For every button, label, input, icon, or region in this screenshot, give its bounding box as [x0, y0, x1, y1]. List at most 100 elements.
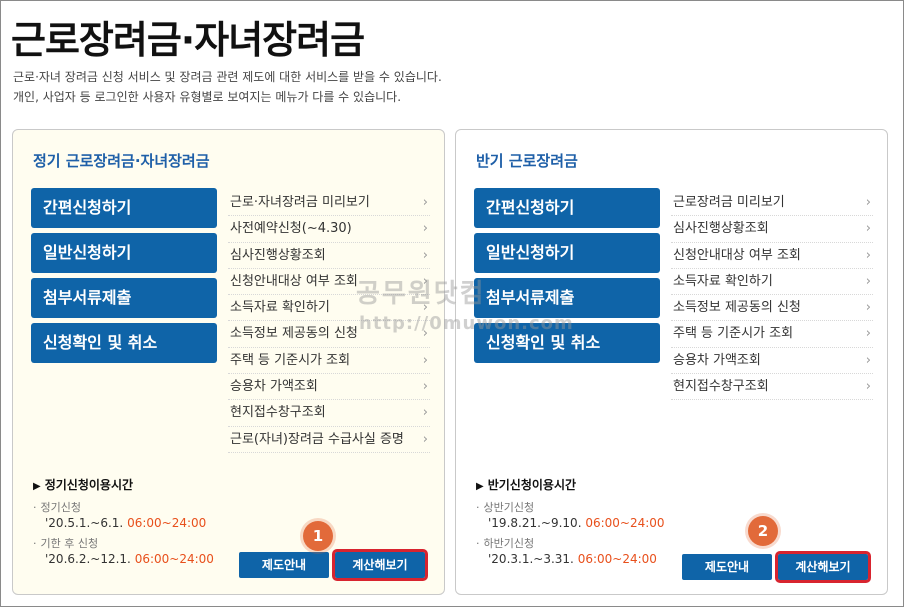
description-line-1: 근로·자녀 장려금 신청 서비스 및 장려금 관련 제도에 대한 서비스를 받을…	[13, 70, 442, 84]
watermark-url: http://0muwon.com	[359, 313, 574, 334]
link-label: 소득자료 확인하기	[673, 273, 773, 289]
link-item[interactable]: 주택 등 기준시가 조회 ›	[671, 321, 873, 348]
chevron-right-icon: ›	[865, 379, 871, 395]
simple-apply-button[interactable]: 간편신청하기	[474, 188, 660, 228]
usage-date: '20.6.2.~12.1.	[45, 552, 131, 566]
link-label: 소득정보 제공동의 신청	[230, 326, 358, 342]
link-label: 근로(자녀)장려금 수급사실 증명	[230, 431, 404, 447]
usage-time: 06:00~24:00	[577, 552, 657, 566]
chevron-right-icon: ›	[422, 431, 428, 447]
link-label: 소득정보 제공동의 신청	[673, 300, 801, 316]
usage-label-text: 기한 후 신청	[40, 537, 99, 550]
general-apply-button[interactable]: 일반신청하기	[474, 233, 660, 273]
bullet-icon: ·	[476, 537, 480, 550]
panel-title: 정기 근로장려금·자녀장려금	[33, 152, 210, 170]
link-item[interactable]: 소득정보 제공동의 신청 ›	[671, 295, 873, 322]
link-item[interactable]: 현지접수창구조회 ›	[228, 400, 430, 427]
step-badge: 2	[748, 516, 778, 546]
link-label: 현지접수창구조회	[673, 379, 769, 395]
usage-date: '20.3.1.~3.31.	[488, 552, 574, 566]
chevron-right-icon: ›	[422, 352, 428, 368]
usage-value: '20.6.2.~12.1. 06:00~24:00	[33, 551, 214, 567]
usage-label-text: 정기신청	[40, 501, 81, 514]
system-info-button[interactable]: 제도안내	[239, 552, 329, 578]
usage-label: · 정기신청	[33, 501, 214, 515]
usage-date: '20.5.1.~6.1.	[45, 516, 124, 530]
usage-time: 06:00~24:00	[127, 516, 207, 530]
link-label: 사전예약신청(~4.30)	[230, 221, 352, 237]
chevron-right-icon: ›	[865, 273, 871, 289]
action-buttons: 간편신청하기 일반신청하기 첨부서류제출 신청확인 및 취소	[474, 188, 660, 368]
link-item[interactable]: 심사진행상황조회 ›	[671, 216, 873, 243]
usage-title: ▶ 반기신청이용시간	[476, 476, 665, 493]
link-label: 신청안내대상 여부 조회	[230, 273, 358, 289]
usage-date: '19.8.21.~9.10.	[488, 516, 582, 530]
panel-title: 반기 근로장려금	[476, 152, 578, 170]
check-cancel-button[interactable]: 신청확인 및 취소	[31, 323, 217, 363]
regular-incentive-panel: 정기 근로장려금·자녀장려금 간편신청하기 일반신청하기 첨부서류제출 신청확인…	[12, 129, 445, 595]
chevron-right-icon: ›	[422, 379, 428, 395]
link-label: 신청안내대상 여부 조회	[673, 247, 801, 263]
submit-documents-button[interactable]: 첨부서류제출	[474, 278, 660, 318]
link-item[interactable]: 소득자료 확인하기 ›	[671, 269, 873, 296]
link-item[interactable]: 주택 등 기준시가 조회 ›	[228, 348, 430, 375]
link-item[interactable]: 현지접수창구조회 ›	[671, 374, 873, 401]
link-list: 근로장려금 미리보기 › 심사진행상황조회 › 신청안내대상 여부 조회 › 소득자료…	[671, 190, 873, 401]
chevron-right-icon: ›	[865, 352, 871, 368]
bullet-icon: ·	[476, 501, 480, 514]
simple-apply-button[interactable]: 간편신청하기	[31, 188, 217, 228]
usage-hours: ▶ 반기신청이용시간 · 상반기신청 '19.8.21.~9.10. 06:00~2…	[476, 476, 665, 573]
link-item[interactable]: 심사진행상황조회 ›	[228, 243, 430, 269]
action-buttons: 간편신청하기 일반신청하기 첨부서류제출 신청확인 및 취소	[31, 188, 217, 368]
calculate-button[interactable]: 계산해보기	[332, 549, 428, 581]
chevron-right-icon: ›	[422, 195, 428, 210]
watermark: 공무원닷컴	[356, 279, 486, 309]
description-line-2: 개인, 사업자 등 로그인한 사용자 유형별로 보여지는 메뉴가 다를 수 있습…	[13, 90, 402, 104]
chevron-right-icon: ›	[422, 405, 428, 421]
chevron-right-icon: ›	[865, 247, 871, 263]
link-label: 승용차 가액조회	[673, 352, 761, 368]
submit-documents-button[interactable]: 첨부서류제출	[31, 278, 217, 318]
link-item[interactable]: 승용차 가액조회 ›	[671, 348, 873, 375]
chevron-right-icon: ›	[865, 300, 871, 316]
calculate-button[interactable]: 계산해보기	[775, 551, 871, 583]
usage-title-text: 정기신청이용시간	[44, 478, 134, 492]
bullet-icon: ·	[33, 501, 37, 514]
usage-label: · 기한 후 신청	[33, 537, 214, 551]
chevron-right-icon: ›	[422, 221, 428, 237]
link-label: 심사진행상황조회	[673, 221, 769, 237]
usage-title-text: 반기신청이용시간	[487, 478, 577, 492]
link-label: 근로·자녀장려금 미리보기	[230, 195, 370, 210]
step-badge: 1	[303, 521, 333, 551]
link-label: 소득자료 확인하기	[230, 300, 330, 316]
link-item[interactable]: 승용차 가액조회 ›	[228, 374, 430, 401]
chevron-right-icon: ›	[422, 247, 428, 263]
link-label: 주택 등 기준시가 조회	[673, 326, 794, 342]
usage-title: ▶ 정기신청이용시간	[33, 476, 214, 493]
link-label: 주택 등 기준시가 조회	[230, 352, 351, 368]
usage-hours: ▶ 정기신청이용시간 · 정기신청 '20.5.1.~6.1. 06:00~24:0…	[33, 476, 214, 573]
usage-value: '20.5.1.~6.1. 06:00~24:00	[33, 515, 214, 531]
chevron-right-icon: ›	[865, 221, 871, 237]
link-item[interactable]: 근로·자녀장려금 미리보기 ›	[228, 190, 430, 217]
half-year-incentive-panel: 반기 근로장려금 간편신청하기 일반신청하기 첨부서류제출 신청확인 및 취소 …	[455, 129, 888, 595]
link-label: 현지접수창구조회	[230, 405, 326, 421]
link-label: 근로장려금 미리보기	[673, 195, 785, 210]
system-info-button[interactable]: 제도안내	[682, 554, 772, 580]
chevron-right-icon: ›	[865, 195, 871, 210]
link-label: 승용차 가액조회	[230, 379, 318, 395]
usage-time: 06:00~24:00	[134, 552, 214, 566]
triangle-right-icon: ▶	[33, 481, 41, 492]
link-label: 심사진행상황조회	[230, 247, 326, 263]
link-item[interactable]: 신청안내대상 여부 조회 ›	[671, 243, 873, 269]
usage-label: · 상반기신청	[476, 501, 665, 515]
page-description: 근로·자녀 장려금 신청 서비스 및 장려금 관련 제도에 대한 서비스를 받을…	[13, 67, 442, 107]
triangle-right-icon: ▶	[476, 481, 484, 492]
link-item[interactable]: 근로(자녀)장려금 수급사실 증명 ›	[228, 427, 430, 453]
general-apply-button[interactable]: 일반신청하기	[31, 233, 217, 273]
link-item[interactable]: 사전예약신청(~4.30) ›	[228, 216, 430, 243]
page-title: 근로장려금·자녀장려금	[11, 18, 365, 62]
usage-label: · 하반기신청	[476, 537, 665, 551]
usage-value: '20.3.1.~3.31. 06:00~24:00	[476, 551, 665, 567]
link-item[interactable]: 근로장려금 미리보기 ›	[671, 190, 873, 217]
